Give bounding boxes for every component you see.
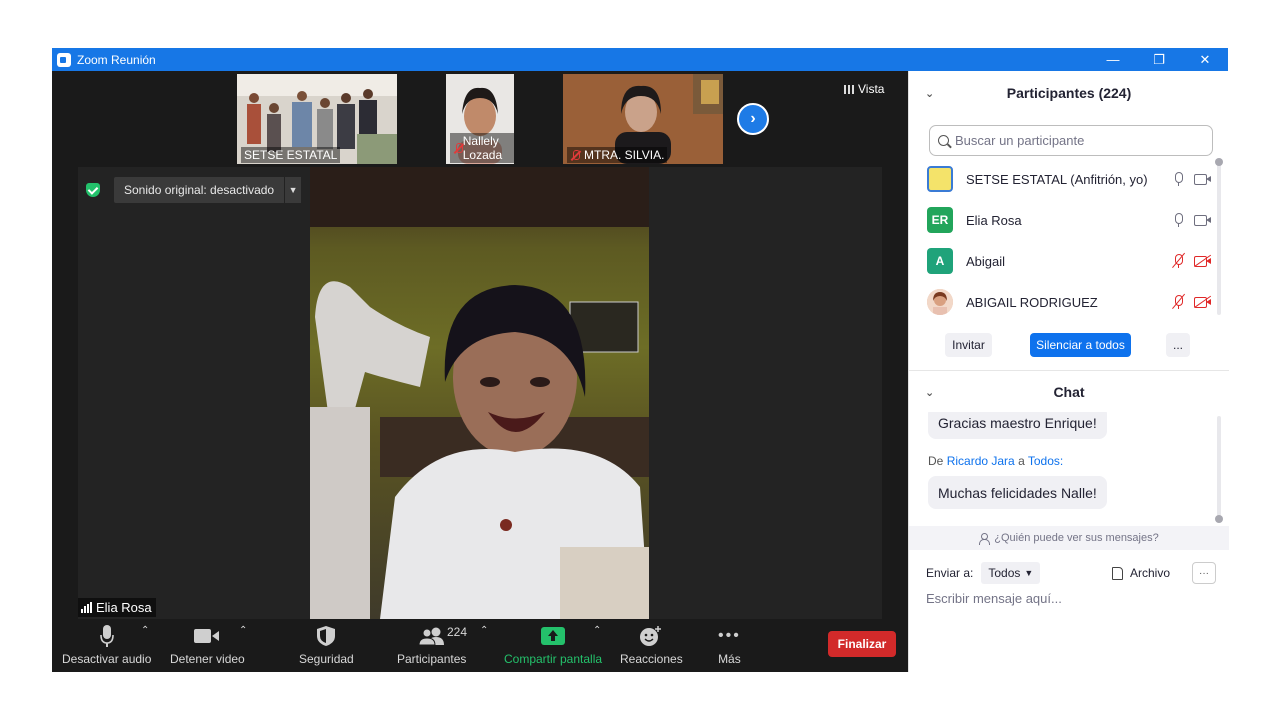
participants-header: ⌄ Participantes (224) — [925, 85, 1132, 101]
original-sound-bar: Sonido original: desactivado ▼ — [86, 177, 302, 203]
share-screen-button[interactable]: Compartir pantalla — [504, 623, 602, 666]
active-speaker-stage: Sonido original: desactivado ▼ Elia Rosa — [78, 167, 882, 619]
invite-button[interactable]: Invitar — [945, 333, 992, 357]
zoom-window: Zoom Reunión — ❐ ✕ SETSE ESTATAL Nallely… — [52, 48, 1229, 672]
who-can-see-messages[interactable]: ¿Quién puede ver sus mensajes? — [909, 526, 1229, 550]
participant-search-input[interactable] — [955, 133, 1195, 148]
end-meeting-button[interactable]: Finalizar — [828, 631, 896, 657]
reactions-button[interactable]: Reacciones — [620, 623, 683, 666]
participants-icon — [418, 627, 444, 646]
thumbnail-name: SETSE ESTATAL — [241, 147, 341, 163]
window-title: Zoom Reunión — [77, 52, 156, 67]
send-to-dropdown[interactable]: Todos ▼ — [981, 562, 1041, 584]
scroll-down-handle[interactable] — [1215, 515, 1223, 523]
participant-row[interactable]: A Abigail — [927, 246, 1212, 276]
collapse-chevron-icon[interactable]: ⌄ — [925, 87, 934, 100]
restore-button[interactable]: ❐ — [1136, 48, 1182, 71]
participant-row[interactable]: SETSE ESTATAL (Anfitrión, yo) — [927, 164, 1212, 194]
avatar: ER — [927, 207, 953, 233]
zoom-logo-icon — [57, 52, 71, 67]
stop-video-button[interactable]: Detener video — [170, 623, 245, 666]
thumbnail-nallely-lozada[interactable]: Nallely Lozada — [446, 74, 514, 164]
thumbnail-name: Nallely Lozada — [450, 133, 514, 163]
chat-more-button[interactable]: ··· — [1192, 562, 1216, 584]
share-screen-icon — [541, 627, 566, 645]
side-panel: ⌄ Participantes (224) SETSE ESTATAL (Anf… — [908, 71, 1229, 672]
next-page-arrow-icon[interactable]: › — [737, 103, 769, 135]
speaker-video-feed — [310, 167, 649, 619]
mute-all-button[interactable]: Silenciar a todos — [1030, 333, 1131, 357]
thumbnail-name: MTRA. SILVIA. — [567, 147, 668, 163]
participants-scrollbar[interactable] — [1217, 163, 1221, 315]
chevron-down-icon: ▼ — [1024, 568, 1034, 578]
video-options-caret-icon[interactable]: ⌃ — [239, 625, 247, 636]
security-shield-icon — [317, 626, 336, 646]
avatar — [927, 289, 953, 315]
video-off-icon[interactable] — [1194, 254, 1212, 268]
participant-search[interactable] — [929, 125, 1213, 156]
chat-scrollbar[interactable] — [1217, 416, 1221, 516]
reactions-emoji-icon — [640, 626, 662, 646]
video-camera-icon[interactable] — [1194, 214, 1212, 226]
avatar-photo — [927, 289, 953, 315]
microphone-icon — [99, 625, 114, 647]
avatar: A — [927, 248, 953, 274]
mute-audio-button[interactable]: Desactivar audio — [62, 623, 151, 666]
participants-more-button[interactable]: ... — [1166, 333, 1190, 357]
send-to-row: Enviar a: Todos ▼ Archivo ··· — [926, 562, 1216, 584]
avatar — [927, 166, 953, 192]
file-icon — [1111, 566, 1123, 580]
participant-row[interactable]: ABIGAIL RODRIGUEZ — [927, 287, 1212, 317]
thumbnail-mtra-silvia[interactable]: MTRA. SILVIA. — [563, 74, 723, 164]
sender-name[interactable]: Ricardo Jara — [947, 454, 1015, 468]
muted-microphone-icon[interactable] — [1172, 252, 1186, 269]
minimize-button[interactable]: — — [1090, 48, 1136, 71]
grid-view-icon — [844, 84, 854, 94]
share-options-caret-icon[interactable]: ⌃ — [593, 625, 601, 636]
recipient-name[interactable]: Todos: — [1028, 454, 1063, 468]
title-bar: Zoom Reunión — ❐ ✕ — [52, 48, 1228, 71]
muted-mic-icon — [570, 149, 581, 161]
collapse-chevron-icon[interactable]: ⌄ — [925, 386, 934, 399]
dropdown-caret-icon[interactable]: ▼ — [284, 177, 302, 203]
speaker-video-image — [310, 167, 649, 619]
video-camera-icon — [194, 629, 220, 643]
microphone-icon[interactable] — [1172, 212, 1184, 228]
participants-count: 224 — [447, 625, 468, 639]
more-button[interactable]: ••• Más — [718, 623, 741, 666]
search-icon — [938, 135, 949, 146]
close-button[interactable]: ✕ — [1182, 48, 1228, 71]
view-button[interactable]: Vista — [844, 82, 884, 96]
file-button[interactable]: Archivo — [1111, 566, 1170, 580]
video-camera-icon[interactable] — [1194, 173, 1212, 185]
microphone-icon[interactable] — [1172, 171, 1184, 187]
person-icon — [979, 532, 991, 545]
participants-options-caret-icon[interactable]: ⌃ — [480, 625, 488, 636]
muted-microphone-icon[interactable] — [1172, 293, 1186, 310]
chat-message: Gracias maestro Enrique! — [928, 412, 1107, 439]
thumbnail-setse-estatal[interactable]: SETSE ESTATAL — [237, 74, 397, 164]
original-sound-button[interactable]: Sonido original: desactivado — [114, 177, 285, 203]
video-off-icon[interactable] — [1194, 295, 1212, 309]
more-dots-icon: ••• — [718, 627, 741, 644]
meeting-toolbar: Desactivar audio ⌃ Detener video ⌃ Segur… — [52, 619, 908, 672]
chat-sender-line: De Ricardo Jara a Todos: — [928, 454, 1064, 468]
divider — [909, 370, 1229, 371]
audio-options-caret-icon[interactable]: ⌃ — [141, 625, 149, 636]
security-button[interactable]: Seguridad — [299, 623, 354, 666]
chat-message-input[interactable] — [926, 591, 1216, 606]
chat-header: ⌄ Chat — [925, 384, 1085, 400]
signal-strength-icon — [81, 602, 92, 613]
muted-mic-icon — [453, 142, 463, 154]
speaker-name-tag: Elia Rosa — [78, 598, 156, 617]
participant-row[interactable]: ER Elia Rosa — [927, 205, 1212, 235]
encryption-shield-icon — [86, 183, 100, 197]
chat-message: Muchas felicidades Nalle! — [928, 476, 1107, 509]
scroll-up-handle[interactable] — [1215, 158, 1223, 166]
meeting-area: SETSE ESTATAL Nallely Lozada MTRA. SILVI… — [52, 71, 908, 672]
